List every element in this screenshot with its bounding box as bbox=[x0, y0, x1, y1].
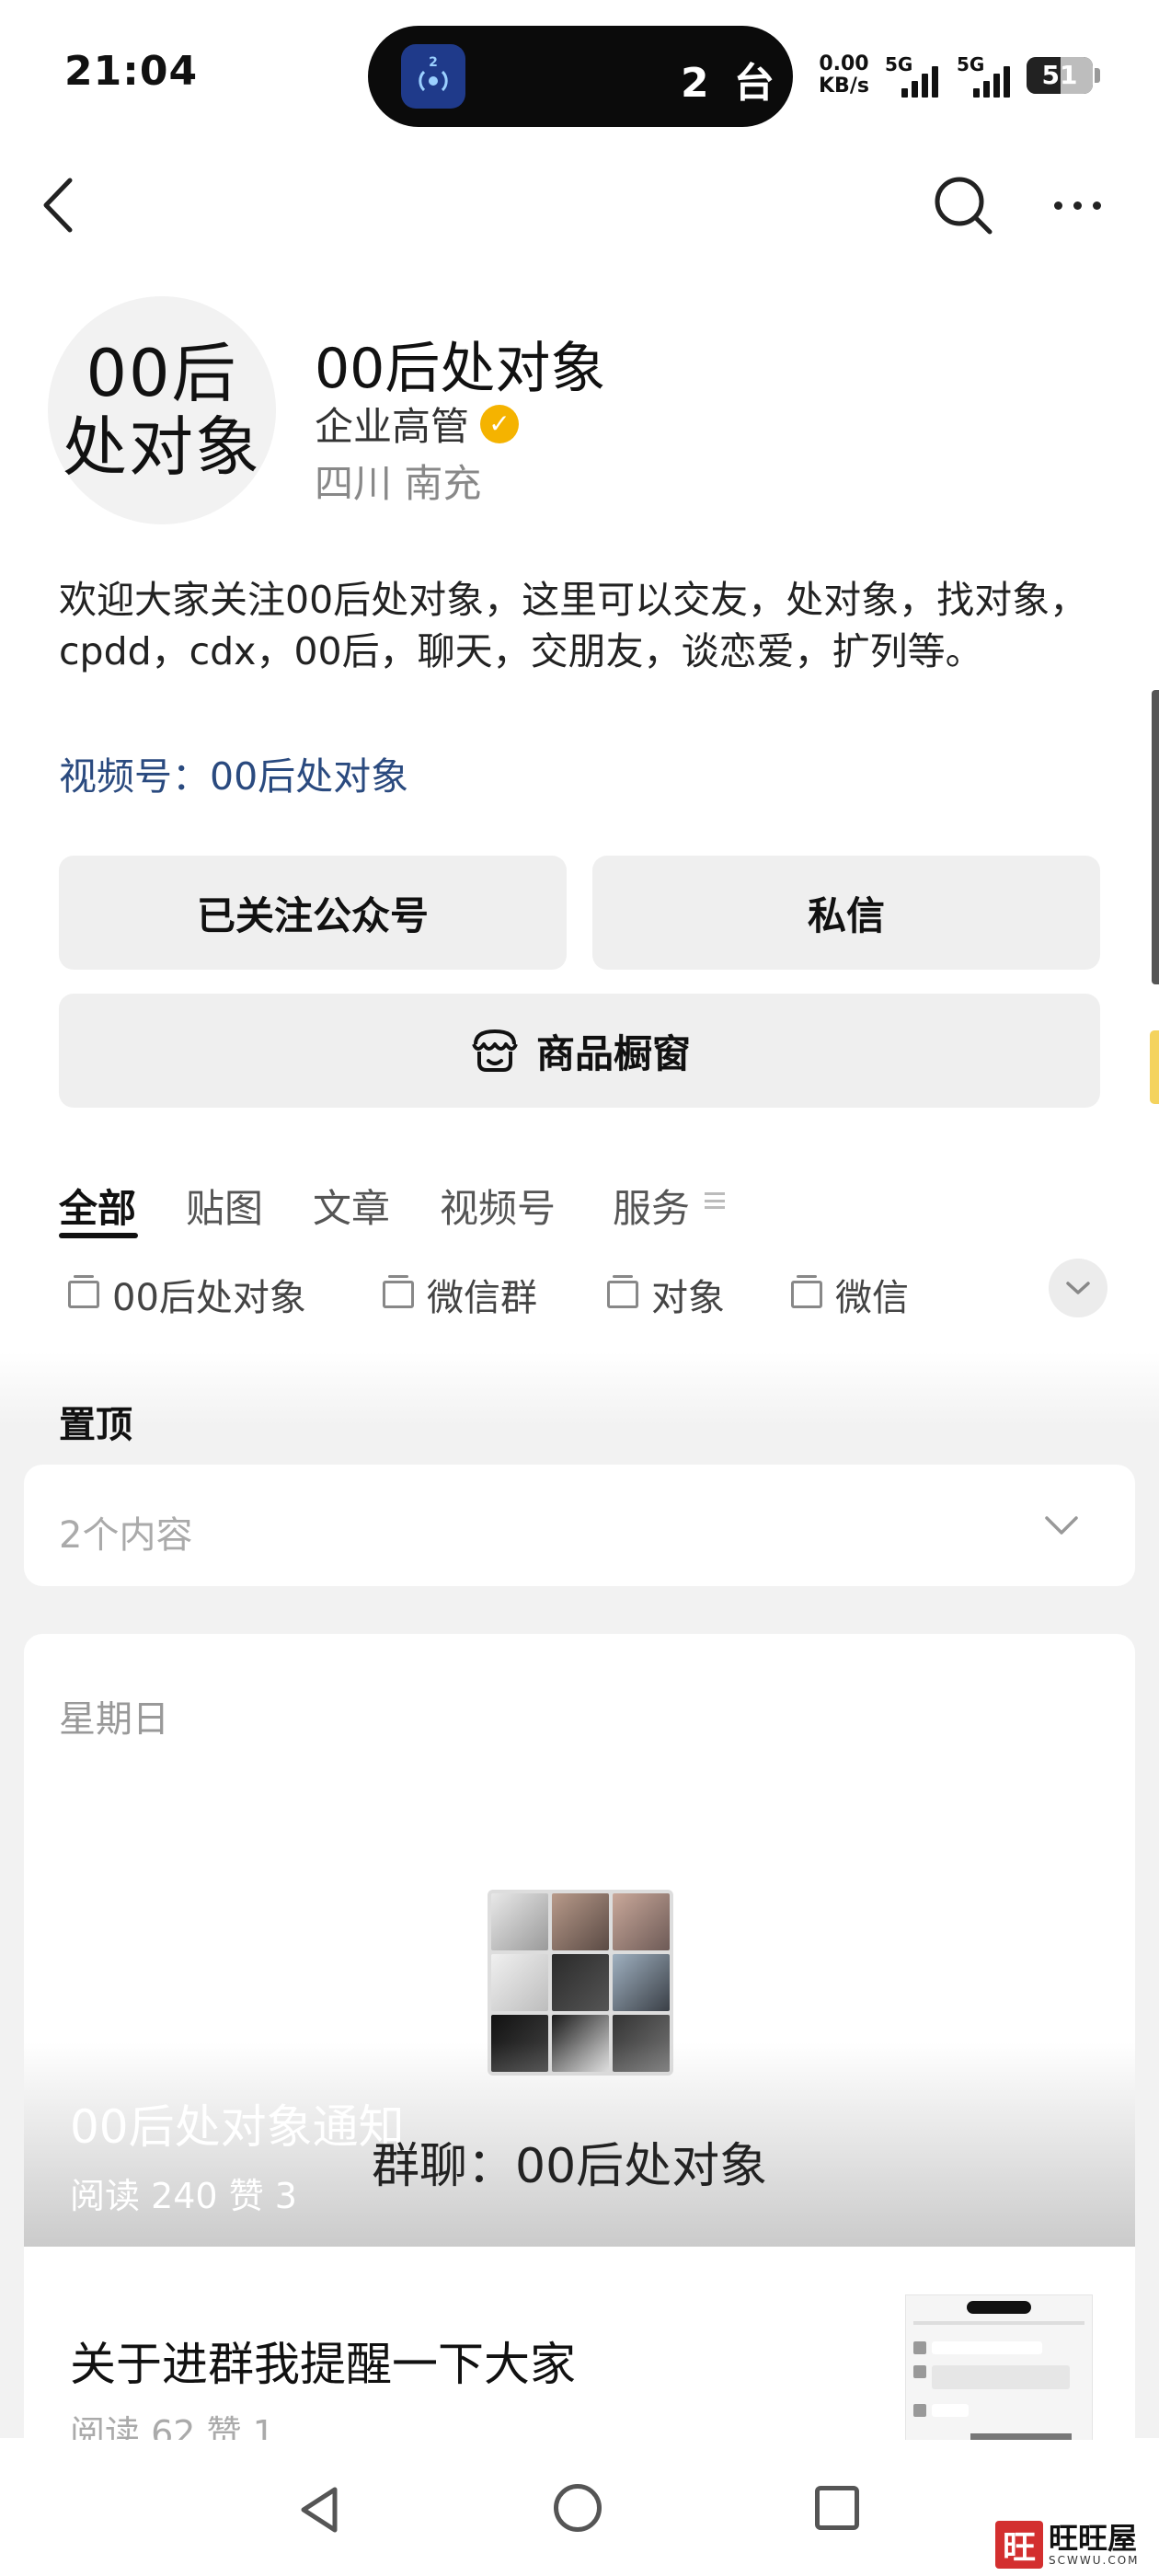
tag-00后处对象[interactable]: 00后处对象 bbox=[68, 1268, 306, 1321]
tag-label: 00后处对象 bbox=[112, 1277, 306, 1319]
pinned-count: 2个内容 bbox=[59, 1514, 193, 1557]
network-speed: 0.00 KB/s bbox=[819, 53, 869, 98]
shop-window-label: 商品橱窗 bbox=[535, 1030, 691, 1076]
battery-percent: 51 bbox=[1041, 60, 1078, 90]
watermark-logo: 旺 bbox=[995, 2521, 1043, 2569]
post-date: 星期日 bbox=[59, 1698, 169, 1741]
message-button[interactable]: 私信 bbox=[592, 856, 1100, 970]
search-button[interactable] bbox=[929, 171, 997, 239]
search-icon bbox=[935, 177, 993, 235]
net-speed-value: 0.00 bbox=[819, 52, 869, 75]
followed-button[interactable]: 已关注公众号 bbox=[59, 856, 567, 970]
battery-icon: 51 bbox=[1027, 57, 1093, 94]
post-stats: 阅读 240 赞 3 bbox=[70, 2176, 297, 2216]
collection-icon bbox=[791, 1275, 822, 1308]
active-tab-indicator bbox=[59, 1233, 138, 1238]
battery-tip bbox=[1095, 68, 1100, 83]
side-drawer-handle[interactable] bbox=[1152, 690, 1159, 984]
tag-label: 对象 bbox=[651, 1277, 725, 1319]
more-dot-icon bbox=[1053, 201, 1062, 210]
more-dot-icon bbox=[1073, 201, 1082, 210]
channel-link[interactable]: 视频号：00后处对象 bbox=[59, 745, 408, 800]
nav-back-button[interactable] bbox=[296, 2484, 344, 2539]
watermark-url: SCWWU.COM bbox=[1049, 2554, 1140, 2567]
tag-label: 微信群 bbox=[427, 1277, 537, 1319]
pinned-expand-icon[interactable] bbox=[1043, 1509, 1080, 1542]
account-type-row: 企业高管 ✓ bbox=[315, 396, 520, 452]
nav-home-button[interactable] bbox=[554, 2484, 602, 2532]
services-menu-icon[interactable] bbox=[705, 1192, 725, 1209]
group-chat-caption: 群聊：00后处对象 bbox=[372, 2139, 768, 2194]
verified-badge-icon: ✓ bbox=[480, 404, 520, 443]
collection-icon bbox=[68, 1275, 99, 1308]
account-name: 00后处对象 bbox=[315, 337, 606, 401]
island-text: 2 台 bbox=[681, 60, 780, 107]
pinned-section-title: 置顶 bbox=[59, 1404, 132, 1446]
collection-icon bbox=[383, 1275, 414, 1308]
more-button[interactable] bbox=[1043, 180, 1111, 230]
tag-wechat-group[interactable]: 微信群 bbox=[383, 1268, 537, 1321]
tab-articles[interactable]: 文章 bbox=[313, 1178, 390, 1234]
avatar-line1: 00后 bbox=[86, 336, 238, 411]
net-speed-unit: KB/s bbox=[819, 75, 869, 98]
post-title: 00后处对象通知 bbox=[70, 2100, 405, 2154]
expand-tags-button[interactable] bbox=[1049, 1259, 1107, 1317]
watermark-text: 旺旺屋 bbox=[1049, 2521, 1138, 2556]
signal-2-icon: 5G bbox=[957, 53, 1021, 98]
tab-services[interactable]: 服务 bbox=[613, 1178, 690, 1234]
article-title: 关于进群我提醒一下大家 bbox=[70, 2338, 576, 2391]
broadcast-icon: 2 bbox=[419, 55, 448, 92]
account-location: 四川 南充 bbox=[315, 461, 482, 506]
nav-recents-button[interactable] bbox=[815, 2486, 859, 2530]
account-bio: 欢迎大家关注00后处对象，这里可以交友，处对象，找对象，cpdd，cdx，00后… bbox=[59, 578, 1088, 673]
collection-icon bbox=[607, 1275, 638, 1308]
watermark: 旺 旺旺屋 SCWWU.COM bbox=[995, 2521, 1140, 2569]
signal-1-icon: 5G bbox=[885, 53, 949, 98]
storefront-icon bbox=[472, 1029, 518, 1072]
status-time: 21:04 bbox=[64, 48, 199, 95]
chevron-left-icon bbox=[43, 178, 73, 233]
avatar-line2: 处对象 bbox=[63, 409, 261, 485]
floating-side-handle[interactable] bbox=[1150, 1030, 1159, 1104]
account-type: 企业高管 bbox=[315, 404, 470, 449]
chevron-down-icon bbox=[1066, 1282, 1090, 1294]
broadcast-app-icon[interactable]: 2 bbox=[401, 44, 465, 109]
tab-all[interactable]: 全部 bbox=[59, 1178, 136, 1234]
more-dot-icon bbox=[1092, 201, 1101, 210]
tab-images[interactable]: 贴图 bbox=[186, 1178, 263, 1234]
tag-partner[interactable]: 对象 bbox=[607, 1268, 725, 1321]
back-button[interactable] bbox=[33, 171, 88, 239]
island-badge: 2 bbox=[429, 55, 438, 70]
triangle-back-icon bbox=[301, 2487, 338, 2533]
shop-window-button[interactable]: 商品橱窗 bbox=[59, 994, 1100, 1108]
chevron-down-icon bbox=[1045, 1516, 1078, 1535]
article-thumbnail bbox=[905, 2294, 1093, 2449]
tag-label: 微信 bbox=[835, 1277, 909, 1319]
tag-wechat[interactable]: 微信 bbox=[791, 1268, 909, 1321]
avatar[interactable]: 00后 处对象 bbox=[48, 296, 276, 524]
tab-channels[interactable]: 视频号 bbox=[440, 1178, 556, 1234]
